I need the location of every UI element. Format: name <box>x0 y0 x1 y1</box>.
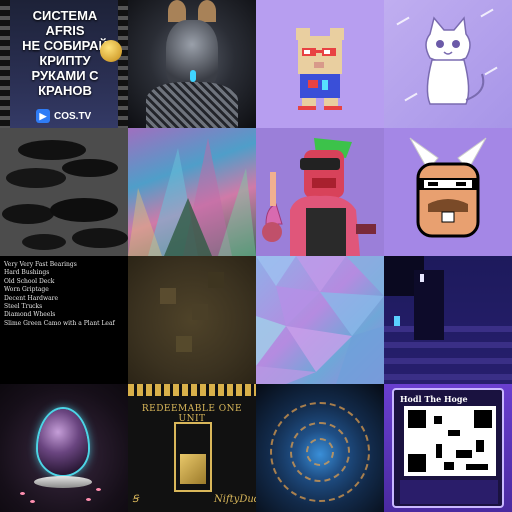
pixel-block <box>208 272 224 288</box>
coin-icon <box>100 40 122 62</box>
list-item: Old School Deck <box>4 277 55 285</box>
list-item: Worn Griptage <box>4 286 49 294</box>
redeemable-title: REDEEMABLE ONE UNIT <box>141 404 243 424</box>
pixel-bear-svg <box>296 28 344 110</box>
nft-gallery-grid: СИСТЕМА AFRIS НЕ СОБИРАЙ КРИПТУ РУКАМИ С… <box>0 0 512 512</box>
qr-module <box>448 430 460 436</box>
gold-object <box>180 454 206 484</box>
qr-marker <box>408 410 426 428</box>
petal <box>30 500 35 503</box>
tile-dark-purple-room[interactable] <box>384 256 512 384</box>
list-item: Decent Hardware <box>4 294 59 302</box>
petal <box>96 488 101 491</box>
pixel-face-svg <box>409 137 487 238</box>
list-item: Steel Trucks <box>4 303 43 311</box>
qr-module <box>436 444 442 458</box>
film-strip-left <box>0 0 10 128</box>
petal <box>86 498 91 501</box>
tile-crystal-landscape-painting[interactable] <box>128 128 256 256</box>
tile-black-abstract-shapes[interactable] <box>0 128 128 256</box>
lowpoly-svg <box>256 256 384 384</box>
card-description <box>400 480 498 504</box>
tile-pixel-face-art[interactable] <box>384 128 512 256</box>
brand-badge: ▶ COS.TV <box>36 106 91 126</box>
vr-character-svg <box>262 138 376 256</box>
list-item: Hard Bushings <box>4 269 50 277</box>
tile-pixel-bear-art[interactable] <box>256 0 384 128</box>
crystal-svg <box>128 138 256 256</box>
egg-pedestal <box>34 476 92 488</box>
list-item: Diamond Wheels <box>4 311 56 319</box>
qr-code <box>404 406 496 476</box>
gold-frame <box>174 422 212 492</box>
headline-line: СИСТЕМА AFRIS <box>32 8 98 38</box>
pixel-block <box>176 336 192 352</box>
tile-blurry-brown-image[interactable] <box>128 256 256 384</box>
brand-name: COS.TV <box>54 110 92 122</box>
pixel-block <box>192 304 208 320</box>
qr-module <box>476 440 484 452</box>
robot-light <box>190 70 196 82</box>
tile-cos-tv-promo[interactable]: СИСТЕМА AFRIS НЕ СОБИРАЙ КРИПТУ РУКАМИ С… <box>0 0 128 128</box>
list-item: Very Very Fast Bearings <box>4 261 77 268</box>
tile-cat-drawing[interactable] <box>384 0 512 128</box>
qr-module <box>466 464 488 470</box>
qr-marker <box>408 454 426 472</box>
black-shapes-svg <box>2 140 128 250</box>
tile-city-swirl-art[interactable] <box>256 384 384 512</box>
gold-border <box>128 384 256 396</box>
cos-logo-icon: ▶ <box>36 109 50 123</box>
tile-redeemable-unit-art[interactable]: REDEEMABLE ONE UNIT Ꞩ NiftyDuds <box>128 384 256 512</box>
horn-right <box>198 0 216 22</box>
robot-chains <box>146 82 238 128</box>
tile-hodl-hoge-card[interactable]: Hodl The Hoge <box>384 384 512 512</box>
tile-skateboard-parts-list[interactable]: Very Very Fast Bearings Hard Bushings Ol… <box>0 256 128 384</box>
tile-galaxy-egg-art[interactable] <box>0 384 128 512</box>
room-figure-svg <box>384 256 444 340</box>
city-ring <box>306 438 334 466</box>
trading-card: Hodl The Hoge <box>392 388 504 508</box>
tile-red-vr-character[interactable] <box>256 128 384 256</box>
qr-module <box>434 416 442 424</box>
signature-right: NiftyDuds <box>214 494 256 505</box>
tile-dark-robot-art[interactable] <box>128 0 256 128</box>
horn-left <box>168 0 186 22</box>
pixel-block <box>160 288 176 304</box>
tile-lowpoly-pastel-art[interactable] <box>256 256 384 384</box>
card-title: Hodl The Hoge <box>400 394 468 404</box>
signature-left: Ꞩ <box>132 494 139 505</box>
qr-module <box>456 450 472 458</box>
list-item: Slime Green Camo with a Plant Leaf <box>4 319 115 327</box>
galaxy-egg <box>38 409 88 475</box>
headline-line: РУКАМИ С КРАНОВ <box>31 68 99 98</box>
qr-marker <box>474 410 492 428</box>
qr-module <box>444 462 454 470</box>
film-strip-right <box>118 0 128 128</box>
petal <box>20 492 25 495</box>
